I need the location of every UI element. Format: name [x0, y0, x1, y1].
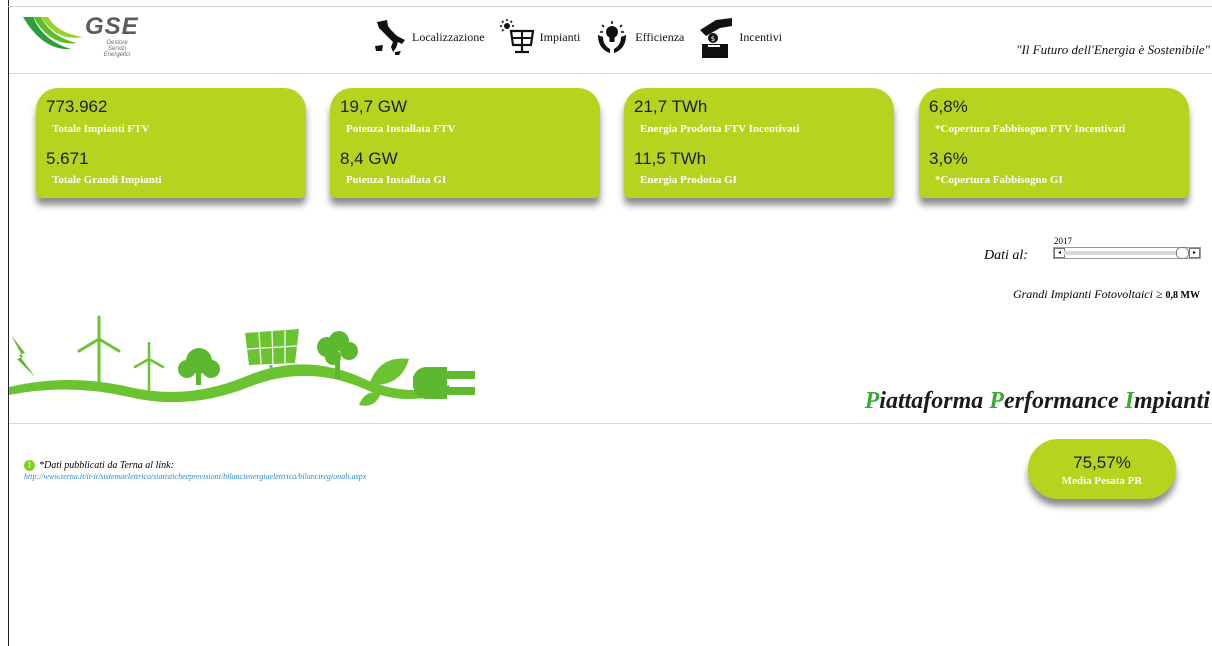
logo-subtitle: Gestore Servizi Energetici	[103, 40, 131, 58]
stat-card-energia: 21,7 TWh Energia Prodotta FTV Incentivat…	[624, 88, 894, 198]
data-source-text: *Dati pubblicati da Terna al link:	[39, 459, 174, 471]
year-slider: Dati al: 2017 ◂ ▸	[984, 236, 1204, 266]
slider-thumb[interactable]	[1176, 247, 1189, 259]
stat-label: Totale Grandi Impianti	[52, 174, 162, 186]
gse-swoosh-icon	[23, 17, 83, 50]
nav-item-incentivi[interactable]: $ Incentivi	[698, 16, 782, 58]
nav-label-incentivi: Incentivi	[739, 29, 783, 44]
wind-turbine-icon	[133, 341, 165, 395]
stat-value: 5.671	[46, 149, 89, 168]
nav-item-impianti[interactable]: Impianti	[499, 19, 581, 55]
stat-value: 6,8%	[929, 97, 968, 116]
nav-label-impianti: Impianti	[539, 29, 581, 44]
tagline: "Il Futuro dell'Energia è Sostenibile"	[1016, 42, 1210, 57]
pr-average-badge: 75,57% Media Pesata PR	[1028, 439, 1176, 499]
slider-year-value: 2017	[1054, 236, 1072, 246]
stat-card-copertura: 6,8% *Copertura Fabbisogno FTV Incentiva…	[919, 88, 1189, 198]
info-icon: i	[24, 459, 35, 471]
coin-hand-icon: $	[700, 18, 733, 58]
stat-card-impianti: 773.962 Totale Impianti FTV 5.671 Totale…	[36, 88, 306, 198]
stat-label: Energia Prodotta GI	[640, 174, 737, 186]
slider-fill	[1064, 251, 1176, 255]
stat-label: *Copertura Fabbisogno FTV Incentivati	[935, 123, 1126, 135]
nav-label-localizzazione: Localizzazione	[412, 29, 485, 44]
slider-next-button[interactable]: ▸	[1189, 248, 1200, 258]
lightning-bolt-icon	[11, 335, 35, 377]
stat-value: 3,6%	[929, 149, 968, 168]
stat-value: 773.962	[46, 97, 108, 116]
green-energy-banner	[9, 315, 475, 406]
italy-map-icon	[375, 20, 405, 55]
nav-item-efficienza[interactable]: Efficienza	[594, 19, 684, 55]
stat-value: 19,7 GW	[340, 97, 408, 116]
stat-value: 8,4 GW	[340, 149, 398, 168]
stat-label: Totale Impianti FTV	[52, 123, 150, 135]
nav-item-localizzazione[interactable]: Localizzazione	[371, 18, 485, 56]
stat-label: Energia Prodotta FTV Incentivati	[640, 123, 800, 135]
wind-turbine-icon	[77, 315, 121, 387]
nav-label-efficienza: Efficienza	[635, 29, 685, 44]
logo-text: GSE	[85, 13, 139, 40]
solar-panel-icon	[499, 19, 534, 54]
terna-link[interactable]: http://www.terna.it/it-it/sistemaelettri…	[24, 472, 366, 481]
stat-value: 21,7 TWh	[634, 97, 708, 116]
tree-icon	[178, 348, 220, 385]
slider-track[interactable]: ◂ ▸	[1053, 247, 1201, 259]
banner-divider	[9, 423, 1212, 424]
power-plug-icon	[413, 367, 475, 399]
platform-title: Piattaforma Performance Impianti	[864, 388, 1210, 414]
stat-value: 11,5 TWh	[634, 149, 707, 168]
stat-card-potenza: 19,7 GW Potenza Installata FTV 8,4 GW Po…	[330, 88, 600, 198]
header-divider	[9, 73, 1212, 74]
stat-label: Potenza Installata FTV	[346, 123, 456, 135]
pr-value: 75,57%	[1073, 453, 1131, 472]
lightbulb-hands-icon	[598, 21, 627, 53]
svg-text:$: $	[711, 35, 715, 43]
gse-logo[interactable]: GSE Gestore Servizi Energetici	[23, 13, 153, 67]
pr-label: Media Pesata PR	[1061, 475, 1143, 487]
stat-label: *Copertura Fabbisogno GI	[935, 174, 1063, 186]
slider-label: Dati al:	[984, 248, 1028, 263]
header: GSE Gestore Servizi Energetici Localizza…	[9, 7, 1212, 71]
stat-label: Potenza Installata GI	[346, 174, 447, 186]
large-plants-note: Grandi Impianti Fotovoltaici ≥ 0,8 MW	[1012, 287, 1200, 301]
main-nav: Localizzazione Impianti Efficienza $ Inc…	[371, 13, 796, 61]
